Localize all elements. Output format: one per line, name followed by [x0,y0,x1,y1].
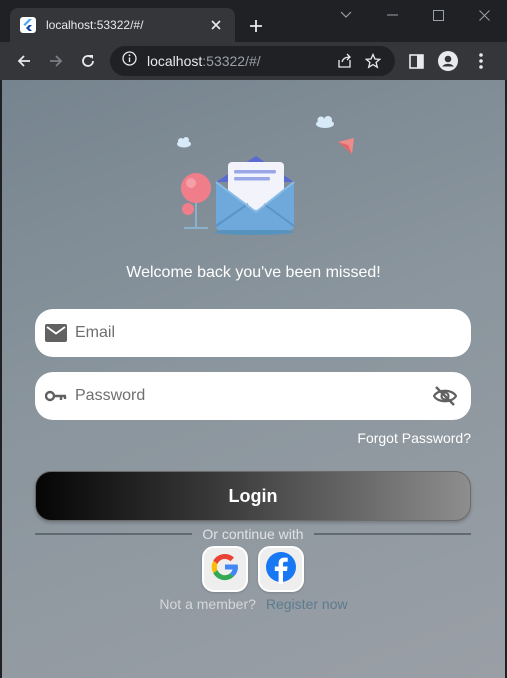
forgot-password-link[interactable]: Forgot Password? [357,430,471,446]
profile-icon[interactable] [432,45,464,77]
email-input[interactable] [75,324,459,342]
facebook-login-button[interactable] [258,546,304,592]
arrow-left-icon[interactable] [8,45,40,77]
maximize-icon[interactable] [415,0,461,30]
continue-divider: Or continue with [35,525,472,543]
url-host: localhost [147,53,203,69]
address-bar[interactable]: localhost:53322/#/ [110,46,395,76]
tab-title: localhost:53322/#/ [46,18,144,32]
flutter-icon [20,17,36,33]
reload-icon[interactable] [72,45,104,77]
register-link[interactable]: Register now [266,596,348,612]
star-icon[interactable] [359,47,387,75]
browser-tab[interactable]: localhost:53322/#/ [10,8,235,42]
key-icon [45,385,67,407]
plus-icon[interactable] [244,14,268,38]
url-path: :53322/#/ [202,53,261,69]
welcome-text: Welcome back you've been missed! [126,264,381,281]
info-icon[interactable] [122,51,137,71]
login-button[interactable]: Login [35,471,471,521]
arrow-right-icon[interactable] [40,45,72,77]
minimize-icon[interactable] [369,0,415,30]
register-row: Not a member? Register now [2,596,505,612]
google-icon [208,550,242,589]
page-viewport: Welcome back you've been missed! Forgot … [2,80,505,678]
mail-illustration [162,112,362,242]
divider-line-right [313,533,472,535]
window-close-icon[interactable] [461,0,507,30]
password-input[interactable] [75,387,431,405]
password-field[interactable] [35,372,471,420]
tab-strip: localhost:53322/#/ [0,0,507,42]
google-login-button[interactable] [202,546,248,592]
facebook-icon [264,550,298,589]
share-icon[interactable] [331,47,359,75]
url-text: localhost:53322/#/ [147,53,331,69]
divider-line-left [35,533,193,535]
email-field[interactable] [35,309,471,357]
browser-window: localhost:53322/#/ localhost:53322/#/ We… [0,0,507,678]
not-member-text: Not a member? [159,596,256,612]
mail-icon [45,322,67,344]
or-continue-text: Or continue with [202,526,304,542]
browser-toolbar: localhost:53322/#/ [0,42,507,80]
chevron-down-icon[interactable] [323,0,369,30]
close-icon[interactable] [207,16,225,34]
kebab-menu-icon[interactable] [465,45,497,77]
visibility-off-icon[interactable] [431,382,459,410]
window-controls [323,0,507,30]
side-panel-icon[interactable] [400,45,432,77]
